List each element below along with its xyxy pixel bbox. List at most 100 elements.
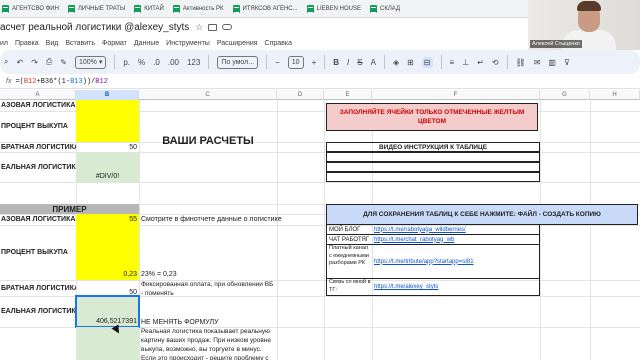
- more-formats-button[interactable]: 123: [187, 58, 200, 67]
- cell-a-real-logistics[interactable]: ЕАЛЬНАЯ ЛОГИСТИКА: [0, 152, 76, 182]
- search-menus-icon[interactable]: ⌕: [4, 57, 8, 67]
- bold-button[interactable]: B: [333, 58, 339, 67]
- italic-button[interactable]: I: [347, 58, 349, 67]
- column-header-e[interactable]: E: [324, 90, 372, 100]
- column-header-d[interactable]: D: [277, 90, 324, 100]
- menu-help[interactable]: Справка: [265, 40, 292, 47]
- insert-chart-icon[interactable]: ▥: [548, 58, 556, 67]
- cell-a-return-logistics-example[interactable]: БРАТНАЯ ЛОГИСТИКА: [0, 280, 76, 296]
- cell-a-buyout-percent[interactable]: ПРОЦЕНТ ВЫКУПА: [0, 111, 76, 142]
- blog-link[interactable]: https://t.me/rabotyaga_wildberries/: [372, 225, 540, 235]
- increase-decimal-button[interactable]: .00: [168, 58, 179, 67]
- bookmark-item[interactable]: LIEBEN HOUSE: [306, 4, 361, 13]
- sheet-grid[interactable]: АЗОВАЯ ЛОГИСТИКА ПРОЦЕНТ ВЫКУПА БРАТНАЯ …: [0, 100, 640, 360]
- text-rotation-icon[interactable]: ⟲: [492, 58, 499, 67]
- chat-link[interactable]: https://t.me/chat_rabotyag_wb: [372, 235, 540, 245]
- horizontal-align-icon[interactable]: ≡: [450, 58, 455, 67]
- presenter-hair: [577, 1, 601, 11]
- menu-format[interactable]: Формат: [102, 40, 127, 47]
- cell-c-do-not-change-formula[interactable]: НЕ МЕНЯТЬ ФОРМУЛУ: [139, 318, 277, 327]
- video-instruction-row[interactable]: [326, 172, 540, 182]
- column-header-g[interactable]: G: [540, 90, 590, 100]
- cell-b-return-logistics[interactable]: 50: [76, 142, 139, 152]
- insert-link-icon[interactable]: ⛓: [516, 58, 526, 67]
- cell-c-buyout-percent-hint[interactable]: 23% = 0,23: [139, 269, 277, 280]
- bookmark-item[interactable]: АГЕНТСВО ФИН: [2, 4, 59, 13]
- menu-extensions[interactable]: Расширения: [217, 40, 258, 47]
- toolbar-divider: [506, 55, 508, 69]
- bookmark-item[interactable]: Активность РК: [172, 4, 224, 13]
- cell-a-return-logistics[interactable]: БРАТНАЯ ЛОГИСТИКА: [0, 142, 76, 152]
- menu-tools[interactable]: Инструменты: [166, 40, 210, 47]
- document-title[interactable]: асчет реальной логистики @alexey_styts: [0, 22, 189, 33]
- menu-view[interactable]: Вид: [46, 40, 59, 47]
- vertical-align-icon[interactable]: ⊥: [462, 58, 469, 67]
- cell-b-buyout-percent-input[interactable]: [76, 111, 139, 142]
- menu-file[interactable]: ил: [0, 40, 8, 47]
- sheets-icon: [134, 4, 142, 13]
- paid-channel-link[interactable]: https://t.me/tribute/app?startapp=sI81: [372, 245, 540, 279]
- cell-a-buyout-percent-example[interactable]: ПРОЦЕНТ ВЫКУПА: [0, 225, 76, 280]
- sheets-icon: [232, 4, 240, 13]
- bookmark-item[interactable]: СКЛАД: [369, 4, 400, 13]
- cell-b-empty-green[interactable]: [76, 327, 139, 360]
- grid-line: [277, 100, 278, 360]
- text-wrap-icon[interactable]: ↵: [477, 58, 484, 67]
- cloud-status-icon[interactable]: [222, 24, 233, 30]
- cell-b-buyout-percent-example[interactable]: 0,23: [76, 225, 139, 280]
- formula-bar[interactable]: fx =(B12+B36*(1-B13))/B12: [0, 75, 640, 89]
- cell-b-base-logistics-example[interactable]: 55: [76, 214, 139, 225]
- bookmark-item[interactable]: ИТЯКСОВ АГЕНС...: [232, 4, 298, 13]
- move-folder-icon[interactable]: [208, 23, 218, 31]
- strikethrough-button[interactable]: S: [357, 58, 362, 67]
- column-header-f[interactable]: F: [372, 90, 540, 100]
- toolbar-divider: [114, 55, 116, 69]
- formula-ref: B12: [23, 77, 37, 86]
- redo-icon[interactable]: ↷: [31, 58, 38, 67]
- column-header-h[interactable]: H: [590, 90, 640, 100]
- percent-button[interactable]: %: [138, 58, 145, 67]
- decrease-decimal-button[interactable]: .0: [153, 58, 160, 67]
- borders-icon[interactable]: ⊞: [407, 58, 414, 67]
- cell-c-base-logistics-hint[interactable]: Смотрите в финотчете данные о логистике: [139, 214, 289, 225]
- print-icon[interactable]: ⎙: [46, 57, 52, 67]
- paint-format-icon[interactable]: ✎: [60, 58, 67, 67]
- merge-cells-icon[interactable]: ⊟: [421, 56, 433, 68]
- contact-link[interactable]: https://t.me/alexey_styts: [372, 279, 540, 296]
- text-color-button[interactable]: A: [371, 58, 376, 67]
- video-instruction-row[interactable]: [326, 162, 540, 172]
- cell-c-return-logistics-hint[interactable]: Фиксированная оплата, при обновлении ВБ …: [139, 280, 277, 298]
- currency-button[interactable]: р.: [123, 58, 130, 67]
- font-select[interactable]: По умол...: [217, 55, 259, 69]
- filter-icon[interactable]: ⊽: [564, 58, 570, 67]
- star-icon[interactable]: ☆: [195, 22, 203, 33]
- cell-b-real-logistics-example[interactable]: 406,5217391: [75, 295, 140, 328]
- save-copy-header: ДЛЯ СОХРАНЕНИЯ ТАБЛИЦ К СЕБЕ НАЖМИТЕ: ФА…: [326, 204, 638, 225]
- zoom-select[interactable]: 100% ▾: [75, 55, 107, 69]
- sheets-icon: [306, 4, 314, 13]
- cell-c-real-logistics-note[interactable]: Реальная логистика показывает реальную к…: [139, 327, 277, 360]
- cell-a-base-logistics[interactable]: АЗОВАЯ ЛОГИСТИКА: [0, 100, 76, 111]
- cell-a-base-logistics-example[interactable]: АЗОВАЯ ЛОГИСТИКА: [0, 214, 76, 225]
- insert-comment-icon[interactable]: ✉: [534, 58, 541, 67]
- column-header-a[interactable]: A: [0, 90, 76, 100]
- example-header: ПРИМЕР: [0, 204, 139, 214]
- video-instruction-row[interactable]: [326, 152, 540, 162]
- column-header-c[interactable]: C: [139, 90, 277, 100]
- cell-b-base-logistics-input[interactable]: [76, 100, 139, 111]
- font-size-input[interactable]: 10: [287, 55, 304, 69]
- formula-text[interactable]: =(B12+B36*(1-B13))/B12: [15, 78, 107, 86]
- font-size-increase-button[interactable]: +: [312, 58, 317, 67]
- bookmark-item[interactable]: КИТАЙ: [134, 4, 164, 13]
- menu-data[interactable]: Данные: [134, 40, 159, 47]
- column-header-b[interactable]: B: [76, 90, 139, 100]
- fill-color-icon[interactable]: ◈: [393, 58, 399, 67]
- cell-b-return-logistics-example[interactable]: 50: [76, 280, 139, 296]
- cell-b-real-logistics[interactable]: #DIV/0!: [76, 152, 139, 182]
- menu-insert[interactable]: Вставить: [65, 40, 95, 47]
- bookmark-item[interactable]: ЛИЧНЫЕ ТРАТЫ: [67, 4, 125, 13]
- cell-a-real-logistics-example[interactable]: ЕАЛЬНАЯ ЛОГИСТИКА: [0, 296, 76, 327]
- font-size-decrease-button[interactable]: −: [275, 58, 280, 67]
- menu-edit[interactable]: Правка: [15, 40, 39, 47]
- undo-icon[interactable]: ↶: [16, 58, 23, 67]
